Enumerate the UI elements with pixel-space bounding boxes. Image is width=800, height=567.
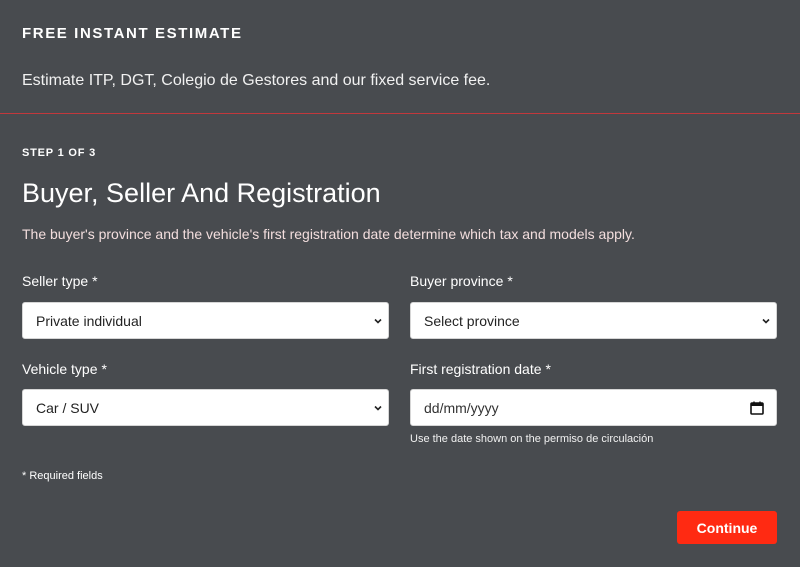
vehicle-type-value: Car / SUV: [36, 400, 100, 416]
registration-date-help: Use the date shown on the permiso de cir…: [410, 433, 654, 445]
calendar-icon[interactable]: [750, 401, 764, 415]
buyer-province-label: Buyer province *: [410, 273, 513, 289]
form-header: FREE INSTANT ESTIMATE Estimate ITP, DGT,…: [0, 0, 800, 114]
chevron-down-icon: [762, 318, 770, 324]
first-registration-date-label-text: First registration date: [410, 361, 542, 377]
continue-button[interactable]: Continue: [677, 511, 777, 544]
seller-type-label-text: Seller type: [22, 273, 89, 289]
required-mark: *: [101, 361, 107, 377]
seller-type-value: Private individual: [36, 313, 142, 329]
estimate-form-page: FREE INSTANT ESTIMATE Estimate ITP, DGT,…: [0, 0, 800, 567]
header-subtitle: Estimate ITP, DGT, Colegio de Gestores a…: [22, 72, 491, 89]
vehicle-type-select[interactable]: Car / SUV: [22, 389, 389, 426]
required-mark: *: [507, 273, 513, 289]
section-title: Buyer, Seller And Registration: [22, 178, 381, 208]
first-registration-date-input[interactable]: dd/mm/yyyy: [410, 389, 777, 426]
vehicle-type-label-text: Vehicle type: [22, 361, 98, 377]
seller-type-select[interactable]: Private individual: [22, 302, 389, 339]
chevron-down-icon: [374, 405, 382, 411]
vehicle-type-label: Vehicle type *: [22, 361, 107, 377]
buyer-province-select[interactable]: Select province: [410, 302, 777, 339]
required-mark: *: [92, 273, 98, 289]
first-registration-date-label: First registration date *: [410, 361, 551, 377]
buyer-province-value: Select province: [424, 313, 520, 329]
required-mark: *: [545, 361, 551, 377]
step-indicator: STEP 1 OF 3: [22, 147, 97, 159]
chevron-down-icon: [374, 318, 382, 324]
required-fields-note: * Required fields: [22, 470, 103, 482]
date-placeholder: dd/mm/yyyy: [424, 400, 499, 416]
buyer-province-label-text: Buyer province: [410, 273, 504, 289]
seller-type-label: Seller type *: [22, 273, 98, 289]
header-title: FREE INSTANT ESTIMATE: [22, 25, 243, 42]
section-description: The buyer's province and the vehicle's f…: [22, 226, 635, 242]
